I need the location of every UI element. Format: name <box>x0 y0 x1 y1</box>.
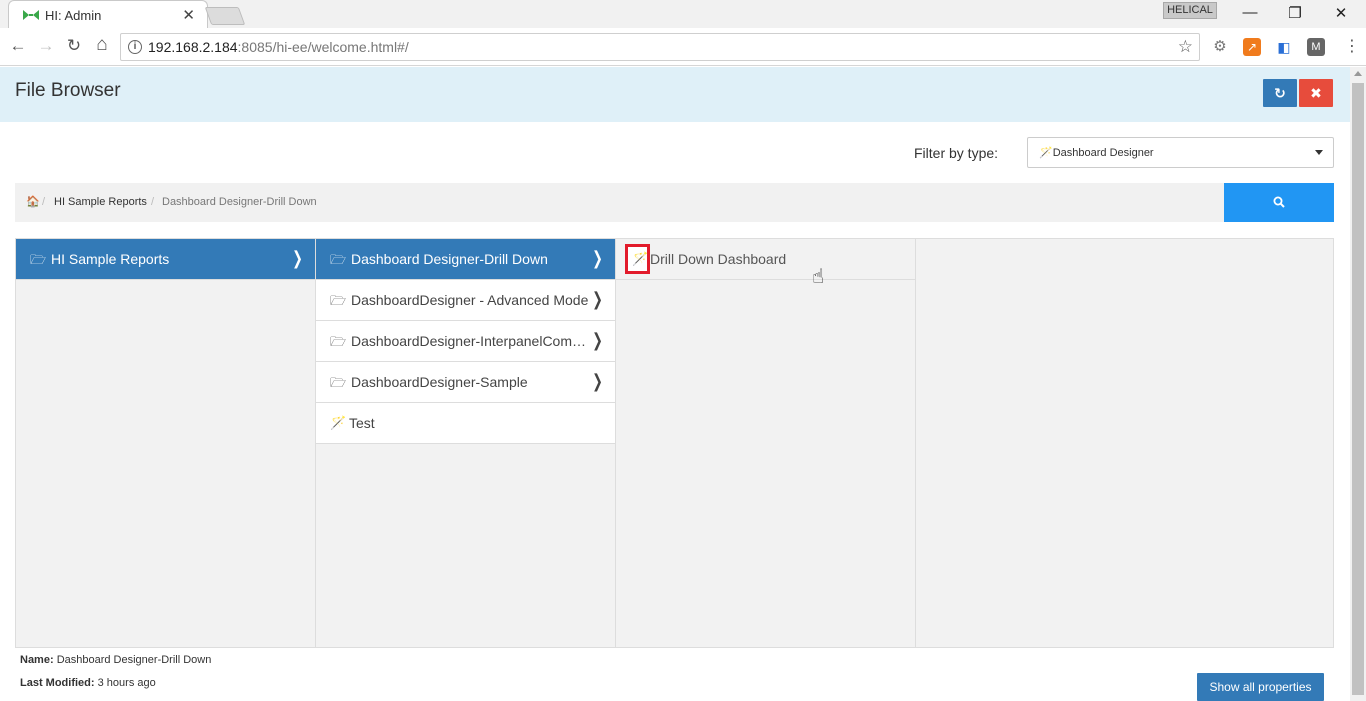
profile-badge[interactable]: HELICAL <box>1163 2 1217 19</box>
file-item[interactable]: 🪄 Test <box>316 403 615 444</box>
chevron-right-icon: ❯ <box>292 248 303 268</box>
back-icon[interactable]: ← <box>7 36 29 56</box>
scroll-thumb[interactable] <box>1352 83 1364 695</box>
breadcrumb-item[interactable]: HI Sample Reports <box>54 196 147 208</box>
folder-item[interactable]: 🗁 DashboardDesigner - Advanced Mode ❯ <box>316 280 615 321</box>
app-header: File Browser ↻ ✖ <box>0 67 1350 122</box>
breadcrumb-current: Dashboard Designer-Drill Down <box>162 196 317 208</box>
column-2: 🗁 Dashboard Designer-Drill Down ❯ 🗁 Dash… <box>316 239 616 647</box>
m-ext-icon[interactable]: M <box>1307 38 1325 56</box>
search-button[interactable] <box>1224 183 1334 222</box>
folder-open-icon: 🗁 <box>330 334 347 349</box>
hand-cursor-icon: ☝ <box>812 266 825 288</box>
folder-item[interactable]: 🗁 HI Sample Reports ❯ <box>16 239 315 280</box>
filter-type-select[interactable]: 🪄Dashboard Designer <box>1027 137 1334 168</box>
file-item[interactable]: 🪄 Drill Down Dashboard <box>616 239 915 280</box>
chevron-right-icon: ❯ <box>592 289 603 309</box>
browser-menu-icon[interactable]: ⋮ <box>1344 36 1360 56</box>
url-text: 192.168.2.184:8085/hi-ee/welcome.html#/ <box>148 39 409 55</box>
folder-label: DashboardDesigner-Sample <box>351 374 528 390</box>
chevron-right-icon: ❯ <box>592 371 603 391</box>
scrollbar[interactable] <box>1350 67 1366 701</box>
url-input[interactable]: i 192.168.2.184:8085/hi-ee/welcome.html#… <box>120 33 1200 61</box>
folder-label: DashboardDesigner - Advanced Mode <box>351 292 589 308</box>
address-bar-row: ← → ↻ ⌂ i 192.168.2.184:8085/hi-ee/welco… <box>0 28 1366 66</box>
folder-open-icon: 🗁 <box>30 252 47 267</box>
folder-item[interactable]: 🗁 Dashboard Designer-Drill Down ❯ <box>316 239 615 280</box>
highlight-box: 🪄 <box>625 244 650 274</box>
chart-ext-icon[interactable]: ↗ <box>1243 38 1261 56</box>
details-name: Name: Dashboard Designer-Drill Down <box>20 654 212 666</box>
file-browser-columns: 🗁 HI Sample Reports ❯ 🗁 Dashboard Design… <box>15 238 1334 648</box>
breadcrumb: 🏠 / HI Sample Reports / Dashboard Design… <box>15 183 1224 222</box>
minimize-icon[interactable]: — <box>1240 4 1260 21</box>
wand-icon: 🪄 <box>330 415 347 430</box>
file-label: Test <box>349 415 375 431</box>
column-3: 🪄 Drill Down Dashboard <box>616 239 916 647</box>
folder-item[interactable]: 🗁 DashboardDesigner-Sample ❯ <box>316 362 615 403</box>
chevron-right-icon: ❯ <box>592 330 603 350</box>
filter-label: Filter by type: <box>914 145 999 161</box>
folder-open-icon: 🗁 <box>330 375 347 390</box>
file-label: Drill Down Dashboard <box>650 251 787 267</box>
window-close-icon[interactable]: ✕ <box>1331 4 1351 22</box>
folder-item[interactable]: 🗁 DashboardDesigner-InterpanelComm... ❯ <box>316 321 615 362</box>
breadcrumb-home-icon[interactable]: 🏠 <box>26 195 40 208</box>
show-all-properties-button[interactable]: Show all properties <box>1197 673 1324 701</box>
chevron-down-icon <box>1315 150 1323 155</box>
home-icon[interactable]: ⌂ <box>91 34 113 56</box>
breadcrumb-separator: / <box>151 196 155 208</box>
scroll-up-icon[interactable] <box>1354 71 1362 76</box>
info-icon[interactable]: i <box>128 40 142 54</box>
tab-title: HI: Admin <box>45 8 102 23</box>
browser-tab-strip: HI: Admin ✕ HELICAL — ❐ ✕ <box>0 0 1366 29</box>
restore-icon[interactable]: ❐ <box>1285 4 1305 22</box>
folder-open-icon: 🗁 <box>330 252 347 267</box>
page-title: File Browser <box>15 80 121 101</box>
chevron-right-icon: ❯ <box>592 248 603 268</box>
folder-label: DashboardDesigner-InterpanelComm... <box>351 333 593 349</box>
filter-selected-value: 🪄Dashboard Designer <box>1039 147 1154 159</box>
helical-logo-icon <box>23 10 39 20</box>
gear-ext-icon[interactable]: ⚙ <box>1211 38 1229 56</box>
wand-icon: 🪄 <box>632 251 649 266</box>
details-modified: Last Modified: 3 hours ago <box>20 677 156 689</box>
refresh-button[interactable]: ↻ <box>1263 79 1297 107</box>
folder-label: Dashboard Designer-Drill Down <box>351 251 548 267</box>
close-button[interactable]: ✖ <box>1299 79 1333 107</box>
reload-icon[interactable]: ↻ <box>63 36 85 56</box>
folder-open-icon: 🗁 <box>330 293 347 308</box>
new-tab-button[interactable] <box>204 7 246 25</box>
forward-icon[interactable]: → <box>35 36 57 56</box>
browser-tab[interactable]: HI: Admin ✕ <box>8 0 208 29</box>
bookmark-star-icon[interactable]: ☆ <box>1178 37 1193 57</box>
breadcrumb-separator: / <box>42 196 46 208</box>
puzzle-ext-icon[interactable]: ◧ <box>1275 38 1293 56</box>
column-1: 🗁 HI Sample Reports ❯ <box>16 239 316 647</box>
close-tab-icon[interactable]: ✕ <box>182 6 195 24</box>
wand-icon: 🪄 <box>1039 147 1053 159</box>
folder-label: HI Sample Reports <box>51 251 170 267</box>
search-icon <box>1273 196 1285 208</box>
